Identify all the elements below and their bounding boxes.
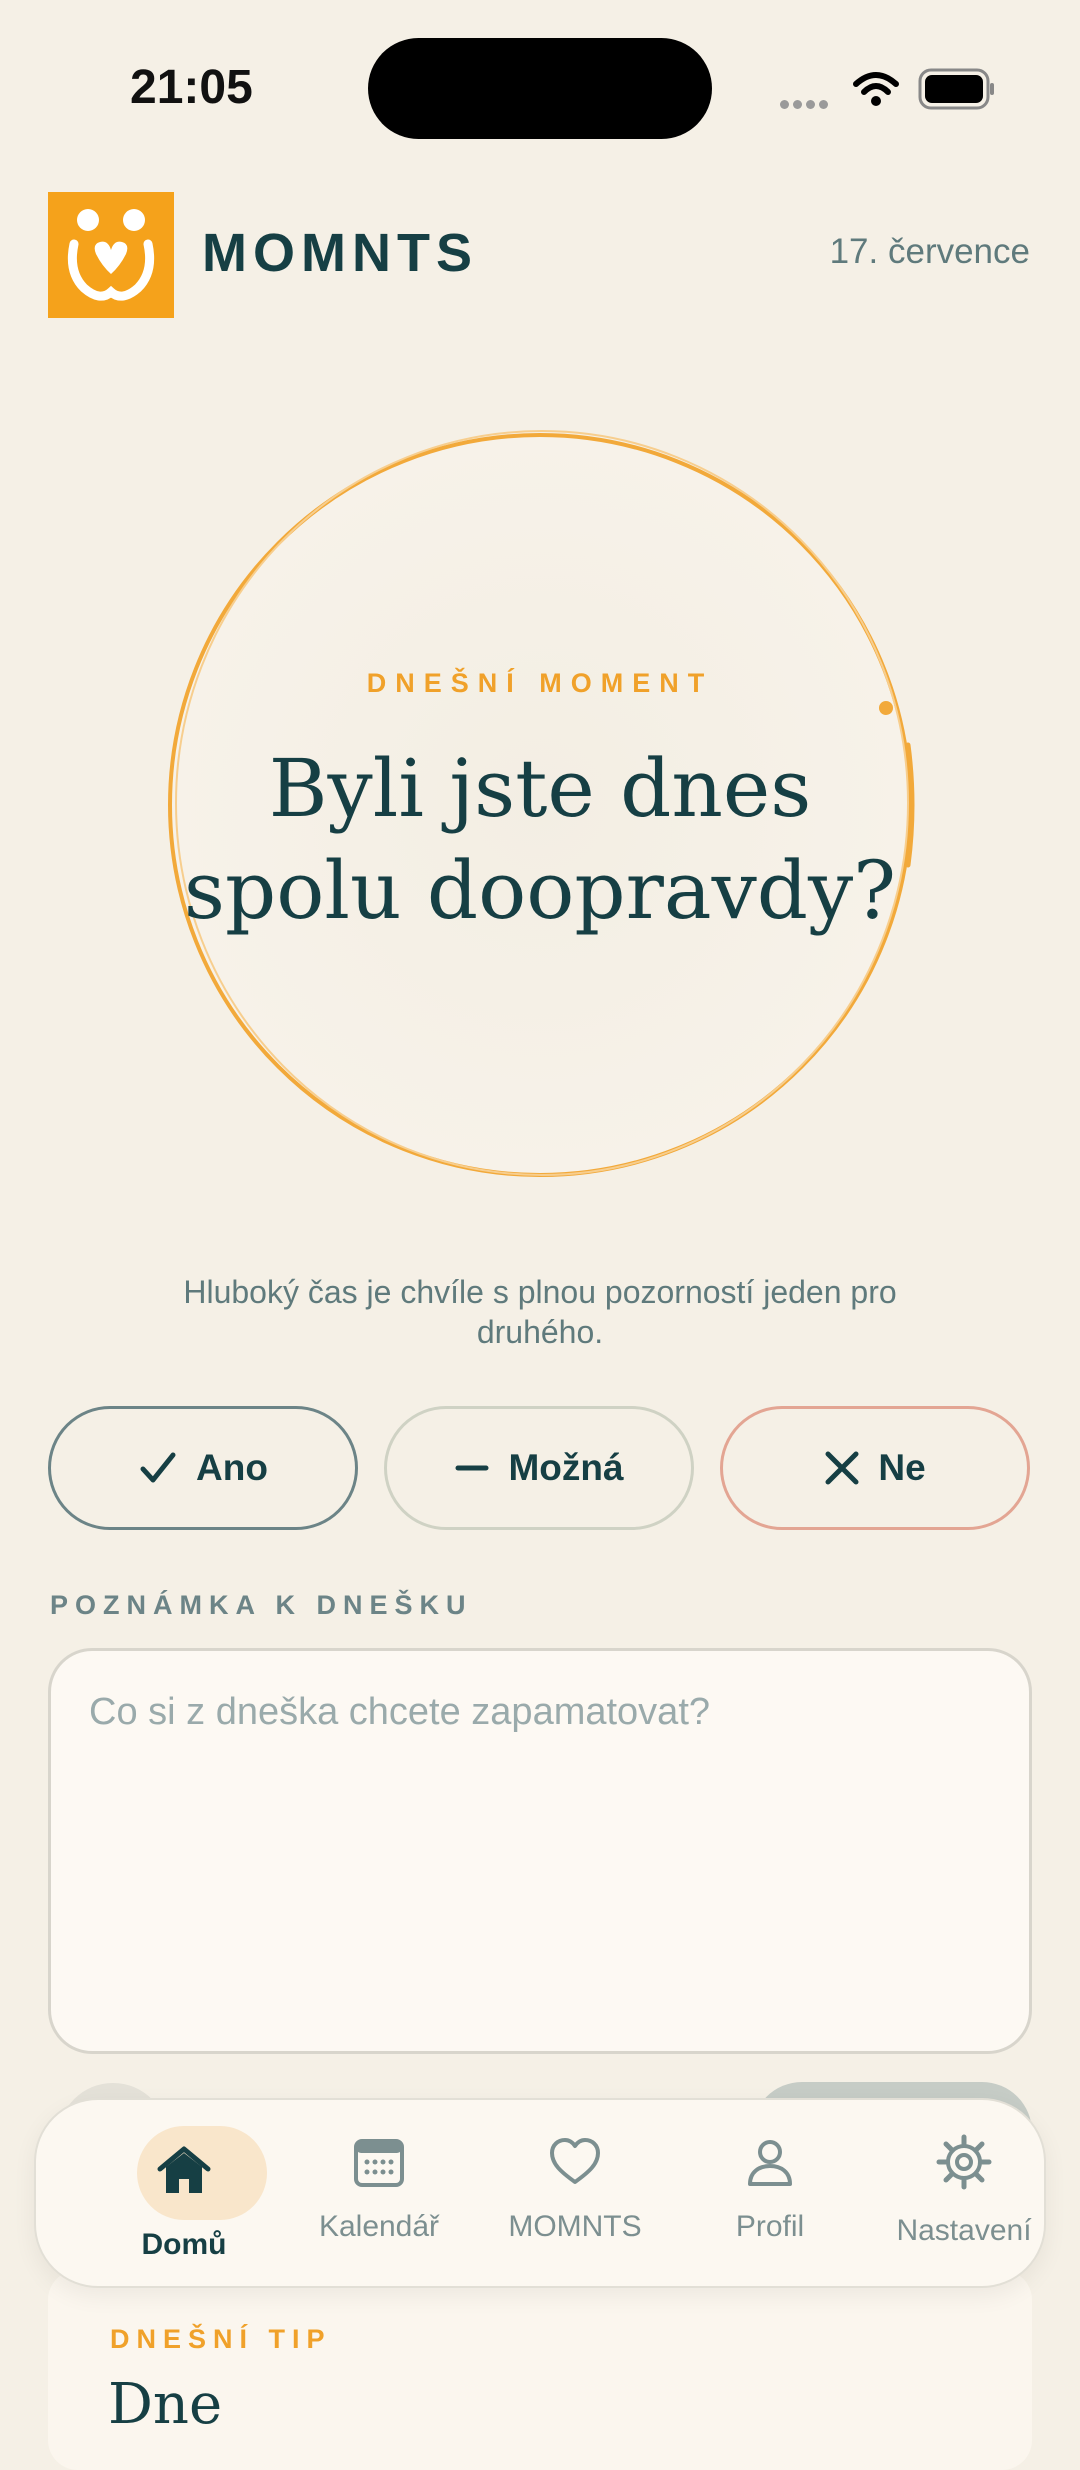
- calendar-icon: [354, 2139, 404, 2187]
- person-icon: [748, 2140, 792, 2186]
- heart-icon: [550, 2138, 600, 2184]
- family-heart-logo-icon: [67, 209, 155, 301]
- minus-icon: [455, 1465, 489, 1471]
- nav-item-profile[interactable]: Profil: [672, 2100, 868, 2290]
- answer-no-button[interactable]: Ne: [720, 1406, 1030, 1530]
- nav-label-settings: Nastavení: [896, 2214, 1032, 2247]
- check-icon: [140, 1452, 176, 1483]
- wifi-icon: [853, 72, 899, 106]
- close-icon: [825, 1451, 859, 1485]
- question-line-2: spolu doopravdy?: [183, 844, 897, 937]
- status-time: 21:05: [130, 61, 253, 114]
- battery-icon: [918, 68, 994, 110]
- answer-yes-label: Ano: [196, 1447, 268, 1488]
- nav-label-profile: Profil: [735, 2210, 805, 2243]
- app-logo: [48, 192, 174, 318]
- note-placeholder: Co si z dneška chcete zapamatovat?: [89, 1691, 711, 1733]
- moment-eyebrow: DNEŠNÍ MOMENT: [366, 668, 714, 698]
- answer-maybe-label: Možná: [508, 1447, 624, 1488]
- nav-label-momnts: MOMNTS: [508, 2210, 642, 2243]
- note-textarea[interactable]: Co si z dneška chcete zapamatovat?: [48, 1648, 1032, 2054]
- answer-maybe-button[interactable]: Možná: [384, 1406, 694, 1530]
- note-label: POZNÁMKA K DNEŠKU: [50, 1590, 473, 1620]
- tip-card: [48, 2270, 1032, 2470]
- nav-label-home: Domů: [141, 2228, 227, 2261]
- answer-yes-button[interactable]: Ano: [48, 1406, 358, 1530]
- nav-item-calendar[interactable]: Kalendář: [281, 2100, 477, 2290]
- bottom-nav: Domů Kalendář MOMNTS Profil Nastavení: [34, 2098, 1046, 2288]
- tip-label: DNEŠNÍ TIP: [110, 2324, 332, 2354]
- nav-item-settings[interactable]: Nastavení: [866, 2100, 1062, 2290]
- cellular-signal-icon: [780, 96, 832, 114]
- question-line-1: Byli jste dnes: [268, 742, 812, 835]
- header-date: 17. července: [829, 232, 1030, 271]
- dynamic-island: [368, 38, 712, 139]
- nav-label-calendar: Kalendář: [318, 2210, 440, 2243]
- moment-question: Byli jste dnes spolu doopravdy?: [140, 738, 940, 942]
- gear-icon: [936, 2134, 992, 2190]
- moment-description: Hluboký čas je chvíle s plnou pozorností…: [183, 1274, 897, 1350]
- home-icon: [157, 2146, 211, 2193]
- progress-dot: [879, 701, 893, 715]
- brand-name: MOMNTS: [202, 223, 478, 283]
- tip-title: Dne: [108, 2372, 223, 2437]
- nav-item-momnts[interactable]: MOMNTS: [477, 2100, 673, 2290]
- answer-no-label: Ne: [878, 1447, 926, 1488]
- nav-item-home[interactable]: Domů: [86, 2100, 282, 2290]
